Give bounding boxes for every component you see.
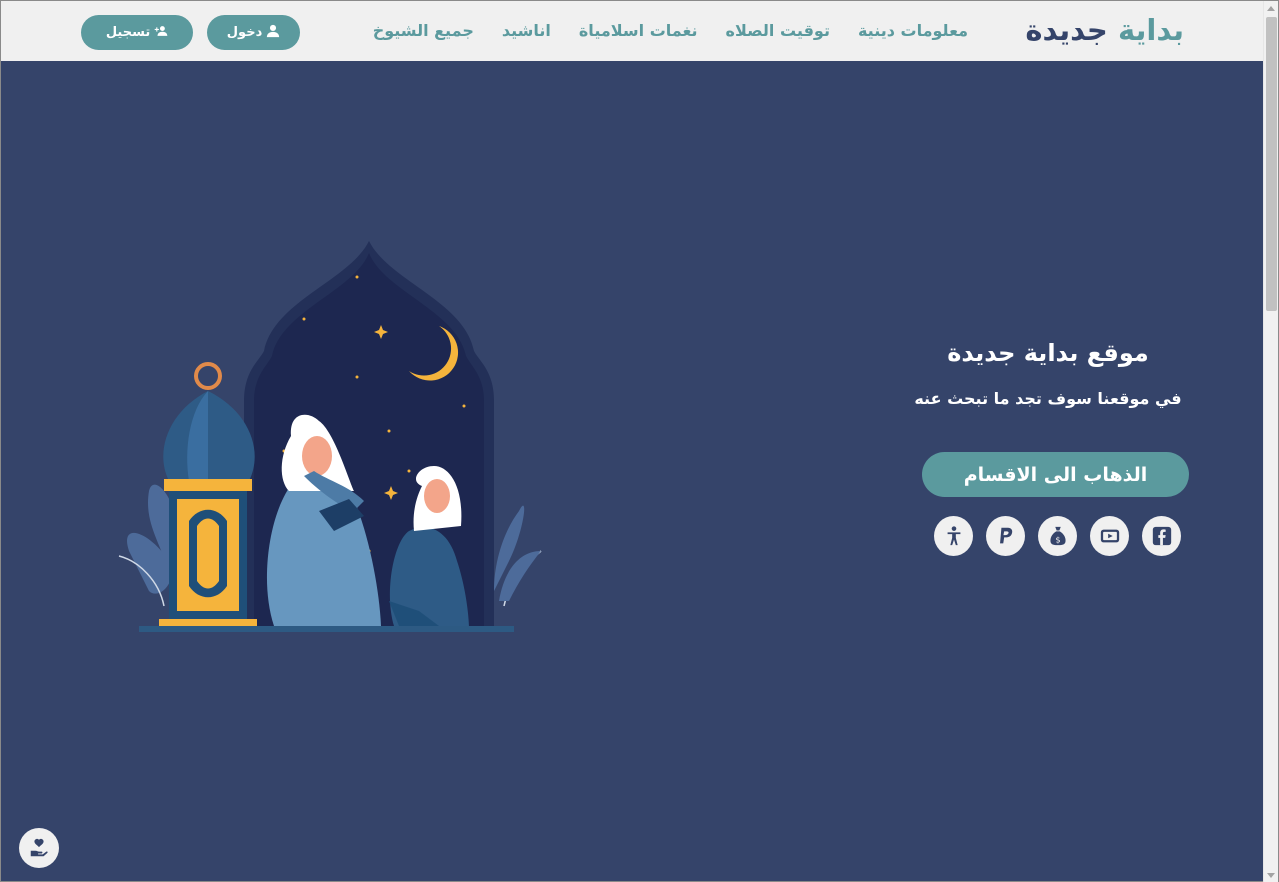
hero-title: موقع بداية جديدة [947,339,1149,367]
youtube-icon[interactable] [1090,516,1129,556]
accessibility-icon[interactable] [934,516,973,556]
hand-holding-heart-icon [30,838,48,857]
scroll-down-arrow-icon[interactable] [1267,873,1275,878]
donate-floating-button[interactable] [19,828,59,868]
svg-text:$: $ [1055,534,1060,544]
scrollbar-thumb[interactable] [1266,17,1277,311]
nav-link-prayer-times[interactable]: توقيت الصلاه [726,21,830,40]
brand-part-1: بداية [1117,13,1184,47]
user-icon [266,24,280,42]
social-links: $ [934,516,1181,556]
register-label: تسجيل [105,25,151,40]
paypal-icon[interactable] [986,516,1025,556]
money-bag-icon[interactable]: $ [1038,516,1077,556]
top-navbar: بداية جديدة جميع الشيوخ اناشيد نغمات اسل… [1,1,1264,61]
go-to-sections-button[interactable]: الذهاب الى الاقسام [922,452,1189,497]
nav-link-anasheed[interactable]: اناشيد [502,21,551,40]
scroll-up-arrow-icon[interactable] [1267,6,1275,11]
register-button[interactable]: تسجيل [81,15,193,50]
brand-part-2: جديدة [1025,13,1108,47]
ramadan-illustration [118,241,542,632]
hero-section: موقع بداية جديدة في موقعنا سوف تجد ما تب… [913,331,1183,408]
user-plus-icon [154,24,168,42]
site-logo[interactable]: بداية جديدة [1025,13,1184,47]
vertical-scrollbar[interactable] [1263,1,1278,882]
nav-link-all-sheikhs[interactable]: جميع الشيوخ [373,21,474,40]
login-button[interactable]: دخول [207,15,300,50]
nav-link-religious-info[interactable]: معلومات دينية [858,21,968,40]
nav-links: جميع الشيوخ اناشيد نغمات اسلامياة توقيت … [373,21,968,40]
nav-link-ringtones[interactable]: نغمات اسلامياة [579,21,698,40]
facebook-icon[interactable] [1142,516,1181,556]
hero-subtitle: في موقعنا سوف تجد ما تبحث عنه [914,389,1182,408]
login-label: دخول [226,25,263,40]
